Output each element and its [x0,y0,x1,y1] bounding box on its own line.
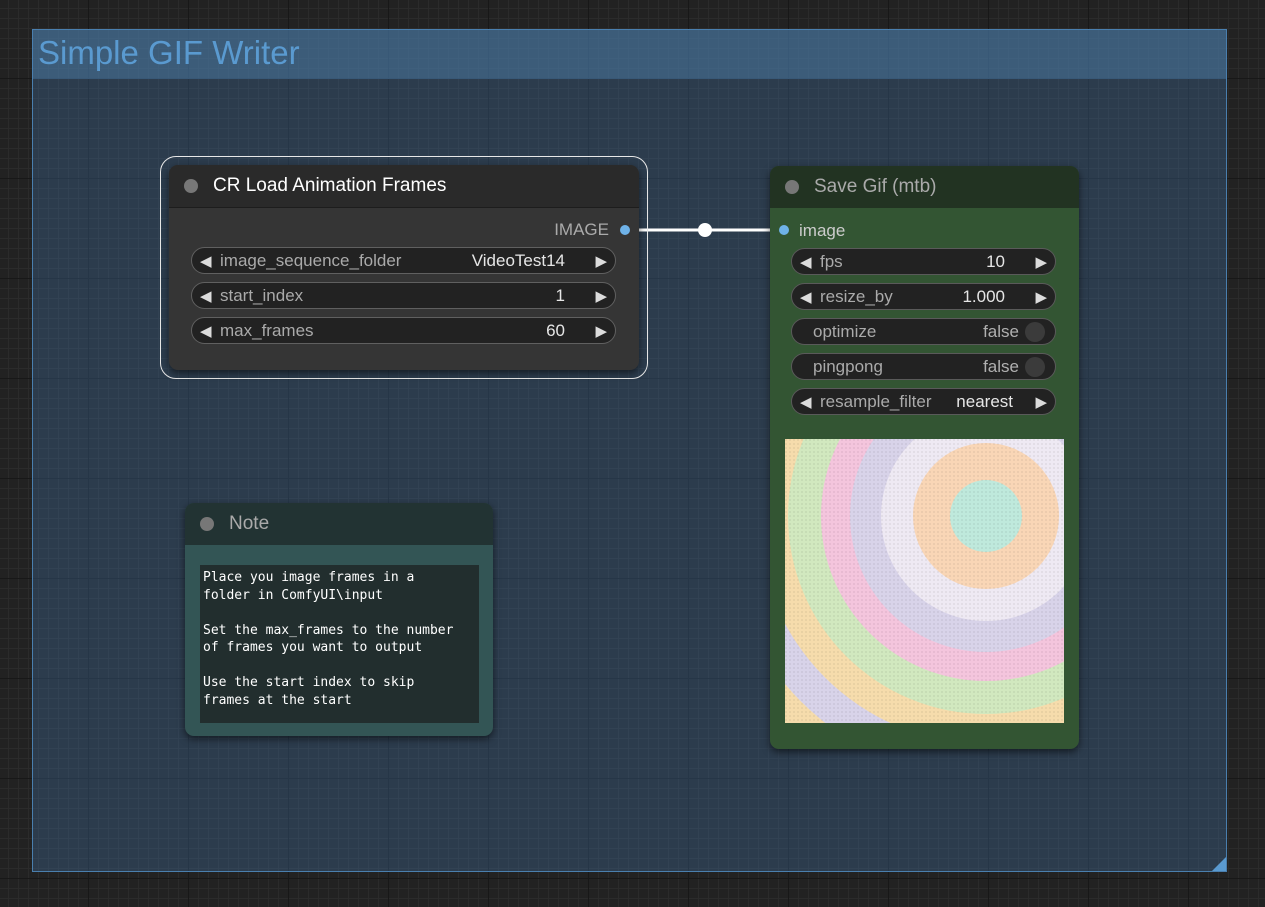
widget-label: fps [820,252,843,271]
triangle-left-icon[interactable]: ◀ [800,288,812,306]
collapse-dot-icon[interactable] [785,180,799,194]
widget-label: max_frames [220,321,314,340]
group-title: Simple GIF Writer [38,34,300,71]
triangle-right-icon[interactable]: ▶ [595,252,607,270]
widget-fps[interactable]: ◀ fps 10 ▶ [791,248,1056,275]
gif-preview-image[interactable] [785,439,1064,723]
triangle-left-icon[interactable]: ◀ [200,287,212,305]
triangle-left-icon[interactable]: ◀ [800,393,812,411]
toggle-optimize[interactable]: optimize false [791,318,1056,345]
save-gif-node[interactable]: Save Gif (mtb) image ◀ fps 10 ▶ ◀ resize… [770,166,1079,749]
collapse-dot-icon[interactable] [200,517,214,531]
group-resize-handle[interactable] [1212,857,1226,871]
widget-value: false [983,322,1019,341]
triangle-right-icon[interactable]: ▶ [1035,253,1047,271]
widget-value: 10 [986,252,1005,271]
output-slot-image[interactable] [620,225,630,235]
input-slot-image[interactable] [779,225,789,235]
widget-value: VideoTest14 [471,251,565,270]
toggle-knob-icon[interactable] [1025,357,1045,377]
triangle-right-icon[interactable]: ▶ [595,287,607,305]
widget-label: pingpong [813,357,883,376]
node-title-bar[interactable]: Save Gif (mtb) [770,166,1079,208]
node-title: Save Gif (mtb) [814,176,937,197]
node-title: Note [229,513,270,534]
output-label: IMAGE [554,220,609,239]
widget-value: 60 [546,321,565,340]
widget-label: resample_filter [820,392,932,411]
triangle-left-icon[interactable]: ◀ [200,252,212,270]
widget-resize-by[interactable]: ◀ resize_by 1.000 ▶ [791,283,1056,310]
widget-label: image_sequence_folder [220,251,402,270]
widget-value: 1.000 [962,287,1005,306]
widget-resample-filter[interactable]: ◀ resample_filter nearest ▶ [791,388,1056,415]
widget-max-frames[interactable]: ◀ max_frames 60 ▶ [191,317,616,344]
widget-image-sequence-folder[interactable]: ◀ image_sequence_folder VideoTest14 ▶ [191,247,616,274]
triangle-right-icon[interactable]: ▶ [1035,288,1047,306]
node-title-bar[interactable]: Note [185,503,493,545]
input-label: image [799,221,846,240]
widget-label: start_index [220,286,304,305]
widget-label: resize_by [820,287,893,306]
node-title: CR Load Animation Frames [213,175,447,196]
widget-start-index[interactable]: ◀ start_index 1 ▶ [191,282,616,309]
collapse-dot-icon[interactable] [184,179,198,193]
toggle-pingpong[interactable]: pingpong false [791,353,1056,380]
note-textarea[interactable]: Place you image frames in a folder in Co… [200,565,479,723]
note-node[interactable]: Note Place you image frames in a folder … [185,503,493,736]
triangle-right-icon[interactable]: ▶ [595,322,607,340]
widget-label: optimize [813,322,877,341]
widget-value: nearest [956,392,1013,411]
cr-load-animation-frames-node[interactable]: CR Load Animation Frames IMAGE ◀ image_s… [169,165,639,370]
triangle-left-icon[interactable]: ◀ [200,322,212,340]
triangle-right-icon[interactable]: ▶ [1035,393,1047,411]
node-title-bar[interactable]: CR Load Animation Frames [169,165,639,208]
widget-value: 1 [555,286,565,305]
toggle-knob-icon[interactable] [1025,322,1045,342]
triangle-left-icon[interactable]: ◀ [800,253,812,271]
widget-value: false [983,357,1019,376]
